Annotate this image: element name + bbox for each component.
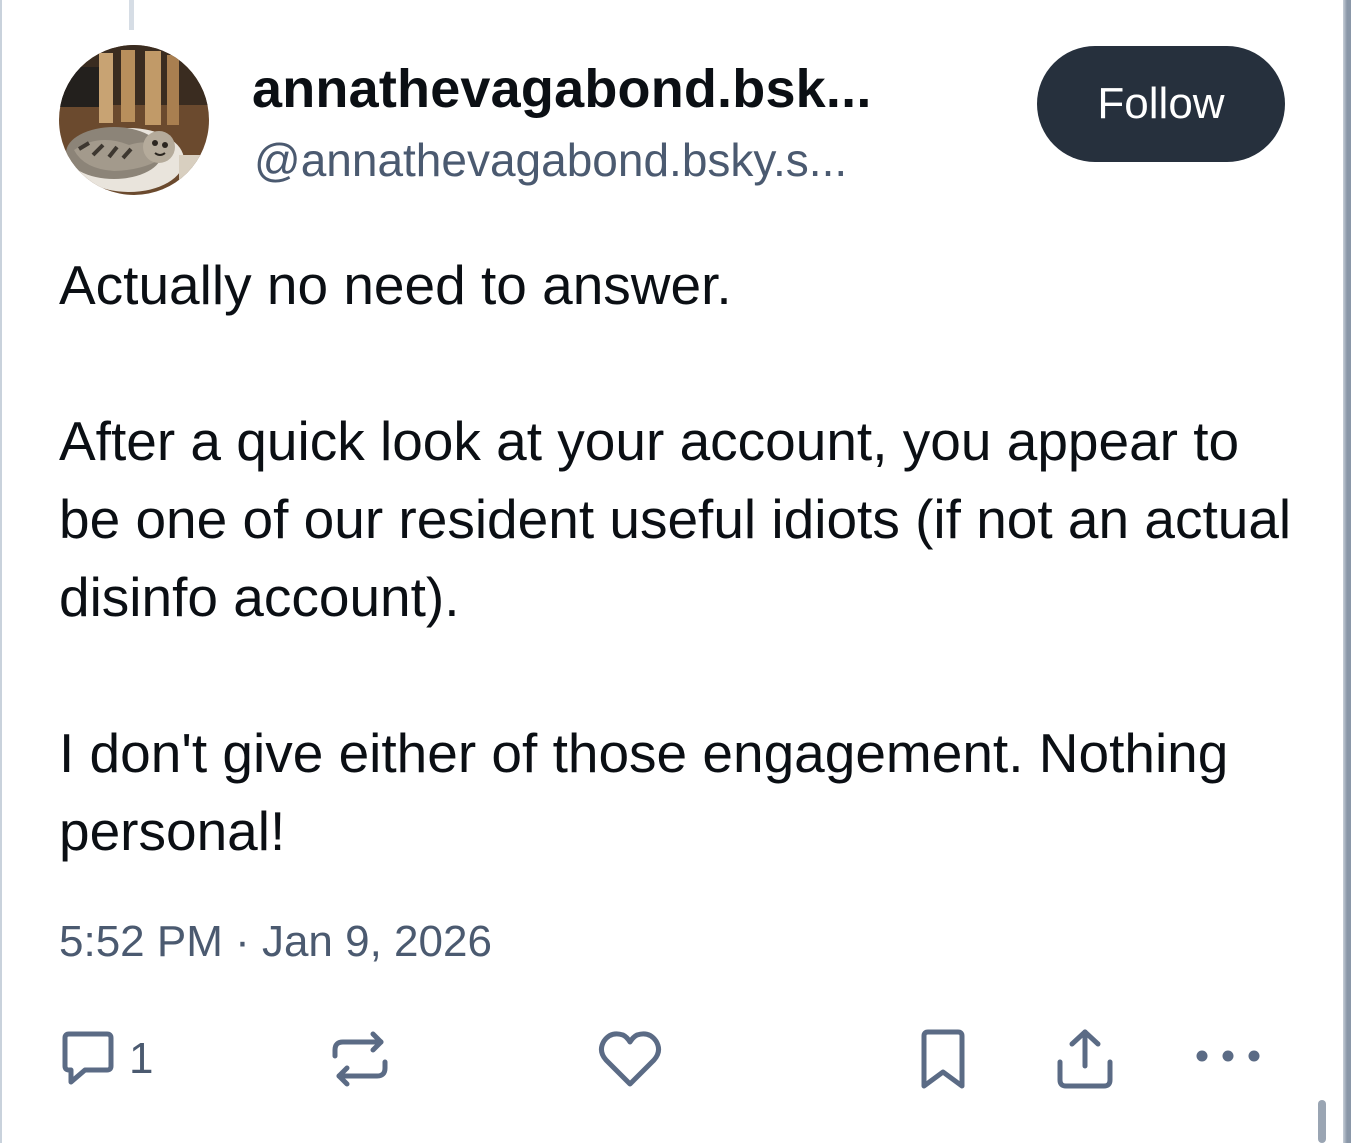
reply-count: 1 <box>129 1034 154 1083</box>
share-button[interactable] <box>1052 1024 1118 1094</box>
like-icon <box>598 1031 662 1087</box>
reply-button[interactable]: 1 <box>55 1024 153 1094</box>
display-name[interactable]: annathevagabond.bsk... <box>252 58 872 120</box>
thread-line <box>129 0 134 30</box>
avatar-image <box>59 45 209 195</box>
more-icon <box>1196 1050 1260 1062</box>
follow-button[interactable]: Follow <box>1037 46 1285 162</box>
post-view: annathevagabond.bsk... @annathevagabond.… <box>0 0 1351 1143</box>
left-border <box>0 0 2 1143</box>
post-paragraph: I don't give either of those engagement.… <box>59 722 1229 862</box>
post-paragraph: Actually no need to answer. <box>59 254 732 316</box>
avatar[interactable] <box>59 45 209 195</box>
post-paragraph: After a quick look at your account, you … <box>59 410 1292 628</box>
post-timestamp[interactable]: 5:52 PM · Jan 9, 2026 <box>59 917 492 967</box>
more-button[interactable] <box>1192 1024 1264 1094</box>
repost-icon <box>332 1031 388 1087</box>
bookmark-button[interactable] <box>910 1024 976 1094</box>
scroll-indicator[interactable] <box>1318 1100 1326 1143</box>
share-icon <box>1057 1029 1113 1089</box>
reply-icon <box>62 1031 114 1085</box>
post-text: Actually no need to answer. After a quic… <box>59 246 1299 870</box>
scrollbar-track[interactable] <box>1341 0 1351 1143</box>
repost-button[interactable] <box>327 1024 393 1094</box>
like-button[interactable] <box>596 1024 664 1094</box>
bookmark-icon <box>921 1029 965 1089</box>
handle[interactable]: @annathevagabond.bsky.s... <box>254 133 847 187</box>
